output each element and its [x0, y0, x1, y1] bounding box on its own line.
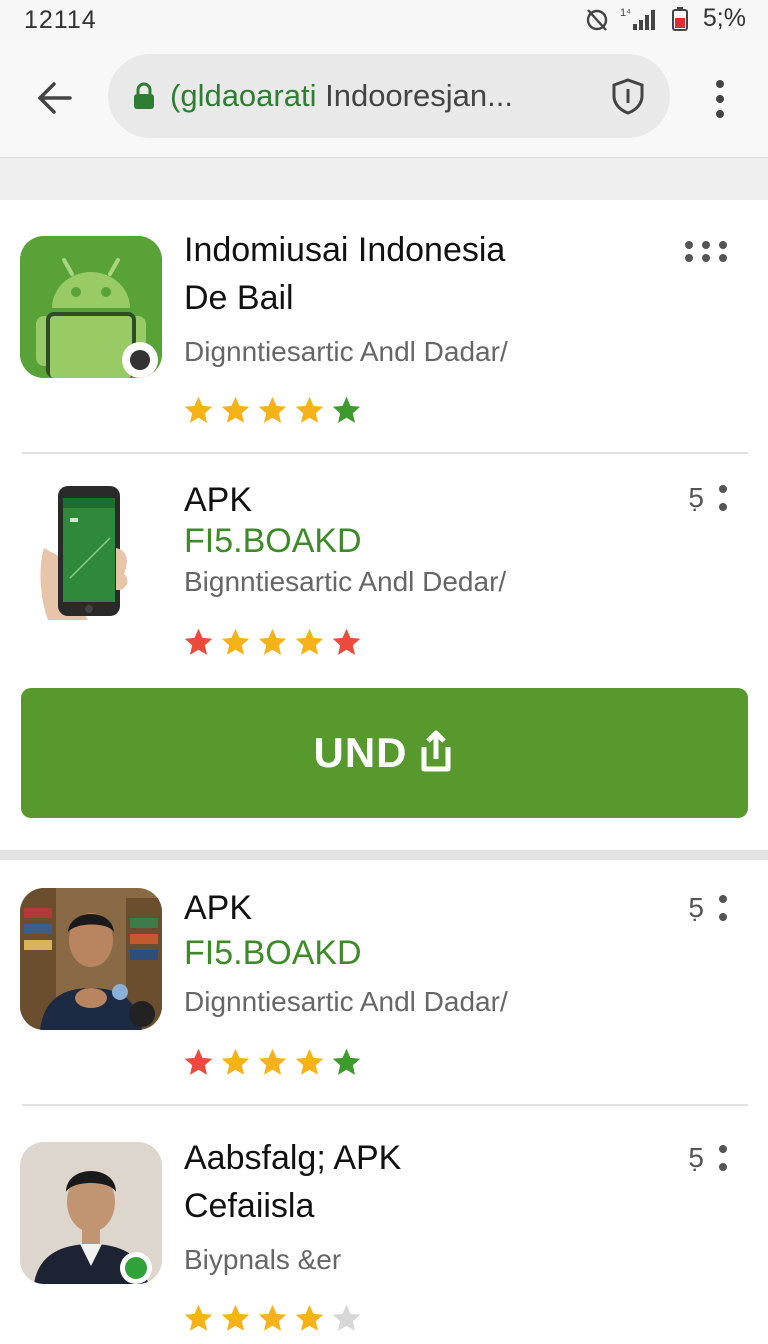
star-icon — [332, 628, 361, 655]
back-button[interactable] — [30, 74, 78, 122]
app-title: APK — [184, 889, 253, 927]
list-item[interactable]: Aabsfalg; APK Cefaiisla Biypnals &er 5̣ — [0, 1106, 768, 1344]
star-icon — [221, 628, 250, 655]
status-bar: 12114 1⁴ 5;% — [0, 0, 768, 40]
person-avatar-icon — [20, 888, 162, 1030]
section-divider — [0, 850, 768, 860]
star-icon — [184, 396, 213, 423]
item-count: 5̣ — [688, 892, 704, 923]
star-icon — [221, 1304, 250, 1331]
star-icon — [295, 1304, 324, 1331]
url-bar[interactable]: (gldaoarati Indooresjan... — [108, 54, 670, 138]
item-count: 5̣ — [688, 1142, 704, 1173]
app-developer: Bignntiesartic Andl Dedar/ — [184, 566, 507, 597]
url-text: (gldaoarati Indooresjan... — [170, 78, 513, 114]
star-icon — [332, 1048, 361, 1075]
app-developer: Dignntiesartic Andl Dadar/ — [184, 986, 508, 1017]
share-upload-icon — [421, 730, 450, 772]
url-path: Indooresjan... — [316, 78, 513, 113]
install-button-label: UND — [313, 729, 408, 776]
app-title-line2: Cefaiisla — [184, 1187, 315, 1225]
star-rating — [182, 394, 363, 427]
star-icon — [184, 1048, 213, 1075]
item-count: 5̣ — [688, 482, 704, 513]
more-vert-icon[interactable] — [700, 76, 740, 122]
list-item[interactable]: Indomiusai Indonesia De Bail Dignntiesar… — [0, 200, 768, 452]
app-title: APK — [184, 481, 253, 519]
item-menu[interactable]: 5̣ — [688, 892, 728, 924]
url-domain: (gldaoarati — [170, 78, 317, 113]
app-version: FI5.BOAKD — [184, 522, 362, 560]
android-icon — [20, 236, 162, 378]
signal-label: 1⁴ — [620, 6, 631, 19]
app-title: Indomiusai Indonesia De Bail — [184, 226, 505, 322]
star-rating — [182, 1046, 363, 1079]
status-time: 12114 — [24, 6, 97, 34]
star-icon — [184, 1304, 213, 1331]
app-title-line2: De Bail — [184, 279, 294, 317]
star-icon — [295, 396, 324, 423]
star-icon — [184, 628, 213, 655]
star-icon — [332, 396, 361, 423]
more-vert-icon — [719, 895, 727, 921]
app-developer: Dignntiesartic Andl Dadar/ — [184, 336, 508, 367]
shield-icon[interactable] — [608, 76, 648, 116]
alarm-off-icon — [586, 8, 608, 31]
install-button[interactable]: UND — [21, 688, 748, 818]
item-menu[interactable]: 5̣ — [688, 1142, 728, 1174]
more-vert-icon — [719, 1145, 727, 1171]
star-icon — [258, 1048, 287, 1075]
star-icon — [295, 628, 324, 655]
app-developer: Biypnals &er — [184, 1244, 342, 1275]
phone-screenshot-icon — [20, 478, 162, 620]
battery-percent: 5;% — [702, 4, 746, 32]
item-menu[interactable]: 5̣ — [688, 482, 728, 514]
list-item[interactable]: APK FI5.BOAKD Bignntiesartic Andl Dedar/… — [0, 454, 768, 674]
battery-icon — [671, 6, 688, 31]
app-version: FI5.BOAKD — [184, 934, 362, 972]
app-title-line1: Indomiusai Indonesia — [184, 231, 506, 269]
star-rating — [182, 1302, 363, 1335]
star-icon — [221, 396, 250, 423]
signal-icon — [632, 9, 655, 30]
star-icon — [221, 1048, 250, 1075]
star-icon — [258, 396, 287, 423]
star-icon — [258, 1304, 287, 1331]
toolbar-spacer — [0, 158, 768, 200]
list-item[interactable]: APK FI5.BOAKD Dignntiesartic Andl Dadar/… — [0, 860, 768, 1104]
star-icon — [295, 1048, 324, 1075]
star-icon — [332, 1304, 361, 1331]
more-options-icon[interactable] — [684, 240, 728, 262]
more-vert-icon — [719, 485, 727, 511]
app-title: Aabsfalg; APK Cefaiisla — [184, 1134, 401, 1230]
browser-toolbar: (gldaoarati Indooresjan... — [0, 40, 768, 158]
star-icon — [258, 628, 287, 655]
person-avatar-icon — [20, 1142, 162, 1284]
lock-icon — [134, 82, 154, 109]
arrow-left-icon — [38, 82, 72, 114]
star-rating — [182, 626, 363, 659]
status-icons: 1⁴ 5;% — [584, 4, 746, 33]
app-title-line1: Aabsfalg; APK — [184, 1139, 402, 1177]
